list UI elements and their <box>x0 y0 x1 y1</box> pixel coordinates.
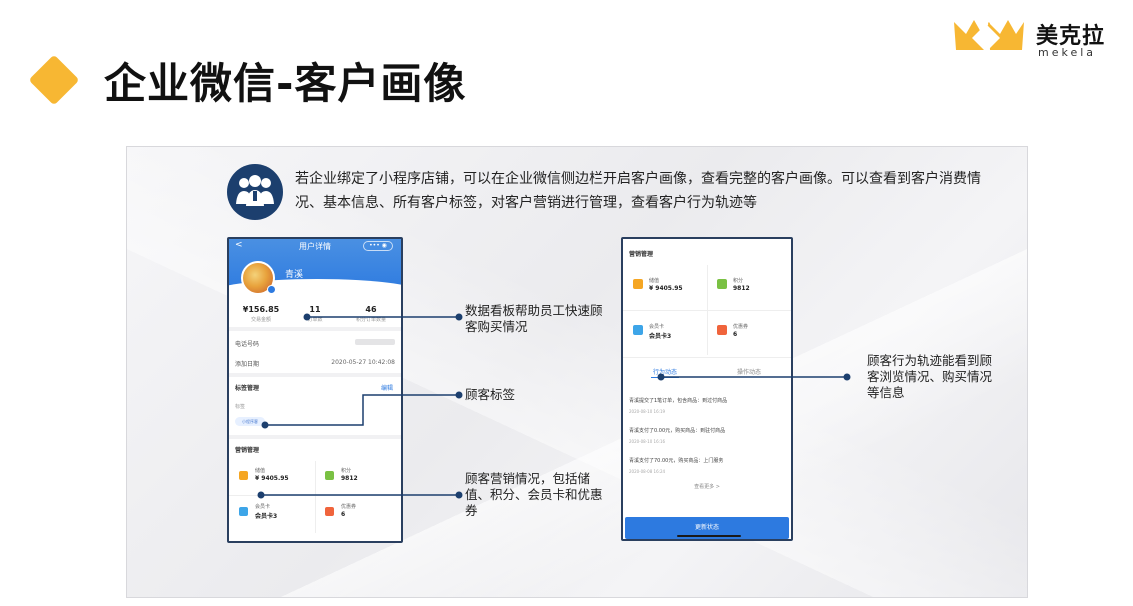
connector-dot <box>455 491 463 499</box>
callout-marketing: 顾客营销情况，包括储值、积分、会员卡和优惠券 <box>465 471 603 518</box>
callout-behavior: 顾客行为轨迹能看到顾客浏览情况、购买情况等信息 <box>867 353 993 400</box>
brand-logo: 美克拉 mekela <box>952 16 1112 60</box>
connector-dot <box>455 391 463 399</box>
connector-dot <box>843 373 851 381</box>
connector-dot <box>657 373 665 381</box>
callout-data-board: 数据看板帮助员工快速顾客购买情况 <box>465 303 603 334</box>
connector-dot <box>261 421 269 429</box>
connector-dot <box>257 491 265 499</box>
crown-icon <box>954 20 1024 52</box>
connector-dot <box>303 313 311 321</box>
page-title: 企业微信-客户画像 <box>104 59 467 108</box>
title-bullet-diamond <box>28 54 80 106</box>
content-panel: 若企业绑定了小程序店铺，可以在企业微信侧边栏开启客户画像，查看完整的客户画像。可… <box>126 146 1028 598</box>
connector-dot <box>455 313 463 321</box>
logo-name-en: mekela <box>1038 46 1097 59</box>
callout-tags: 顾客标签 <box>465 387 516 402</box>
